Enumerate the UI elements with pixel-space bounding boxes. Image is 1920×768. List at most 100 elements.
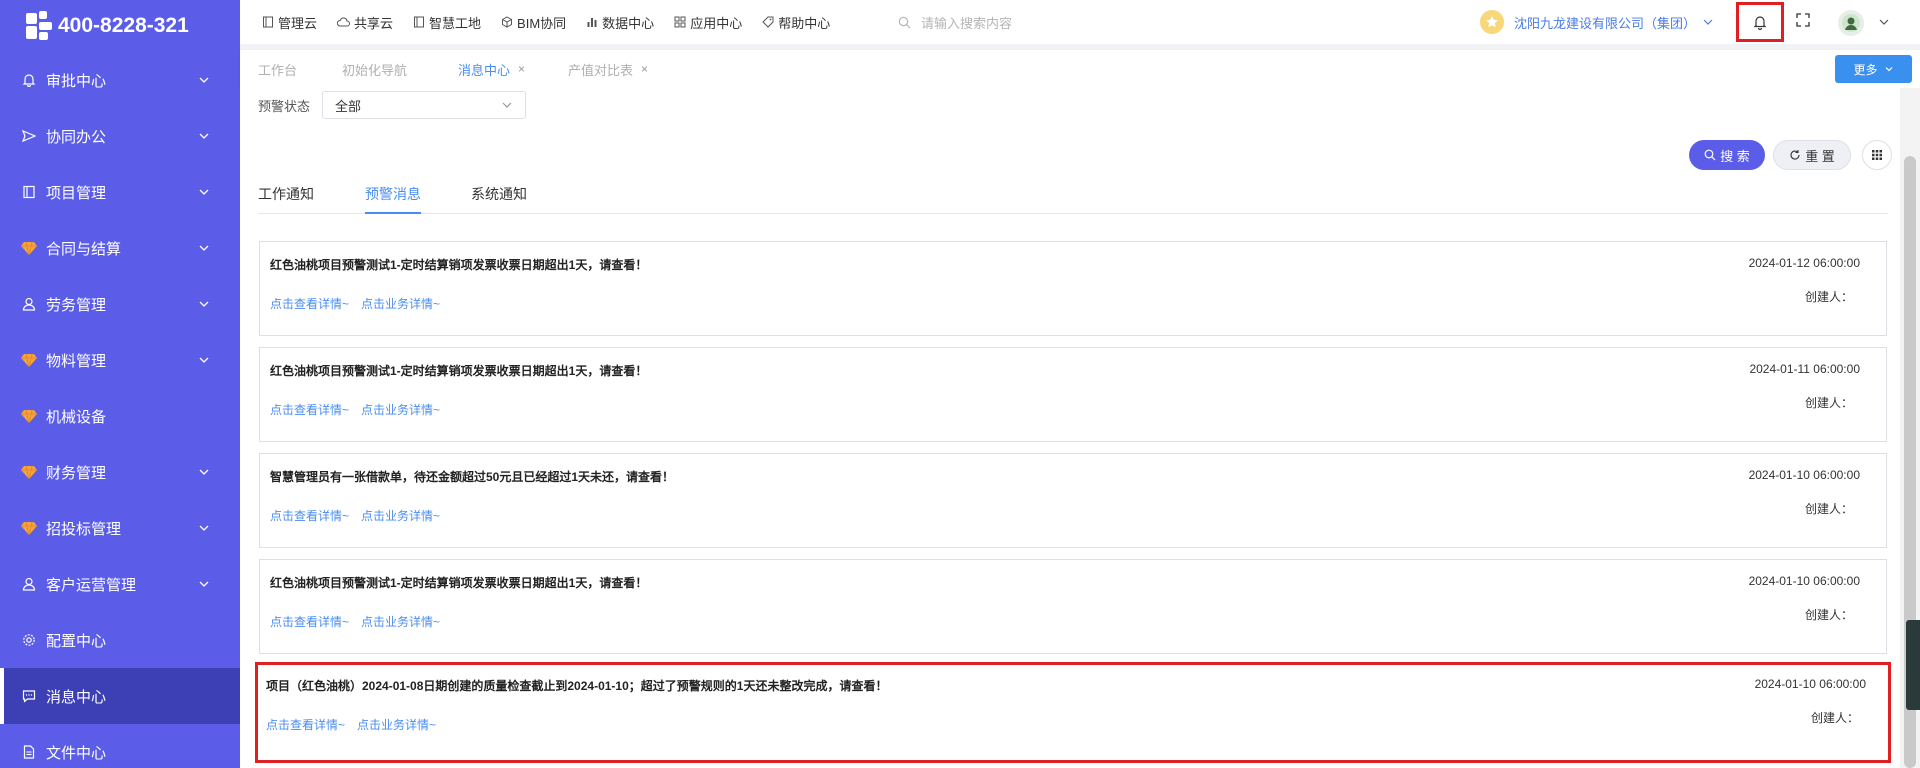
search-input[interactable]: 请输入搜索内容 [898,0,1012,44]
gem-icon [20,519,38,537]
side-widget[interactable] [1906,620,1920,710]
sidebar-item-files[interactable]: 文件中心 [0,724,240,768]
sidebar-item-project[interactable]: 项目管理 [0,164,240,220]
close-icon[interactable]: × [641,62,648,76]
message-links: 点击查看详情~ 点击业务详情~ [270,613,440,630]
business-detail-link[interactable]: 点击业务详情~ [357,716,436,733]
more-button-label: 更多 [1853,62,1878,77]
topnav-label: 管理云 [278,15,318,31]
search-icon [1704,149,1716,161]
chevron-down-icon [1885,67,1892,72]
view-detail-link[interactable]: 点击查看详情~ [266,716,345,733]
message-creator: 创建人： [1804,396,1853,410]
chevron-down-icon[interactable] [1878,16,1890,28]
top-bar: 管理云 共享云 智慧工地 BIM协同 数据中心 应用中心 帮助中心 请输入搜索内… [240,0,1920,44]
sidebar-item-label: 招投标管理 [46,520,122,538]
gem-icon [20,407,38,425]
view-detail-link[interactable]: 点击查看详情~ [270,401,349,418]
view-detail-link[interactable]: 点击查看详情~ [270,295,349,312]
sidebar-item-finance[interactable]: 财务管理 [0,444,240,500]
tab-message-center[interactable]: 消息中心 × [458,50,525,88]
grid-icon [1872,150,1882,160]
tab-workbench[interactable]: 工作台 [258,50,297,88]
message-links: 点击查看详情~ 点击业务详情~ [270,295,440,312]
sidebar-item-approval[interactable]: 审批中心 [0,52,240,108]
chevron-down-icon [199,469,209,475]
topnav-bim[interactable]: BIM协同 [501,13,566,32]
sidebar-item-label: 文件中心 [46,744,107,762]
topnav-data-center[interactable]: 数据中心 [586,13,654,32]
sidebar-item-material[interactable]: 物料管理 [0,332,240,388]
refresh-icon [1790,150,1800,160]
topnav-management-cloud[interactable]: 管理云 [262,13,317,32]
business-detail-link[interactable]: 点击业务详情~ [361,507,440,524]
sidebar-item-label: 合同与结算 [46,240,122,258]
tab-work-notice[interactable]: 工作通知 [258,184,314,214]
message-creator: 创建人： [1804,290,1853,304]
topnav-shared-cloud[interactable]: 共享云 [337,13,393,32]
top-nav: 管理云 共享云 智慧工地 BIM协同 数据中心 应用中心 帮助中心 [262,13,830,32]
sidebar-item-machinery[interactable]: 机械设备 [0,388,240,444]
select-value: 全部 [335,98,362,114]
sidebar-item-bidding[interactable]: 招投标管理 [0,500,240,556]
brand-phone: 400-8228-321 [58,14,189,37]
tab-warning-messages[interactable]: 预警消息 [365,184,421,214]
sidebar-item-label: 项目管理 [46,184,107,202]
message-icon [20,687,38,705]
message-date: 2024-01-12 06:00:00 [1748,256,1860,270]
message-card: 红色油桃项目预警测试1-定时结算销项发票收票日期超出1天，请查看！ 2024-0… [259,347,1887,442]
search-button[interactable]: 搜 索 [1689,140,1765,170]
sidebar-item-messages[interactable]: 消息中心 [0,668,240,724]
logo[interactable]: 400-8228-321 [0,0,240,52]
tab-label: 工作台 [258,62,298,78]
column-settings-button[interactable] [1862,140,1892,170]
tab-output-compare[interactable]: 产值对比表 × [568,50,648,88]
chevron-down-icon [199,581,209,587]
avatar[interactable] [1838,10,1864,36]
sidebar-item-label: 劳务管理 [46,296,107,314]
book-icon [20,183,38,201]
topnav-label: BIM协同 [517,15,567,31]
sidebar-item-customer[interactable]: 客户运营管理 [0,556,240,612]
user-icon [20,295,38,313]
business-detail-link[interactable]: 点击业务详情~ [361,295,440,312]
sidebar-item-config[interactable]: 配置中心 [0,612,240,668]
filter-row: 预警状态 全部 [258,91,527,119]
more-button[interactable]: 更多 [1835,55,1912,83]
topnav-app-center[interactable]: 应用中心 [674,13,742,32]
topnav-label: 帮助中心 [778,15,831,31]
message-creator: 创建人： [1804,502,1853,516]
warning-status-select[interactable]: 全部 [322,91,527,119]
gem-icon [20,463,38,481]
notification-button[interactable] [1736,2,1784,42]
sidebar-item-labor[interactable]: 劳务管理 [0,276,240,332]
close-icon[interactable]: × [518,62,525,76]
company-selector[interactable]: 沈阳九龙建设有限公司（集团） [1480,0,1714,44]
view-detail-link[interactable]: 点击查看详情~ [270,613,349,630]
sidebar-item-label: 财务管理 [46,464,107,482]
chevron-down-icon [199,189,209,195]
cube-icon [502,16,513,28]
filter-label: 预警状态 [258,98,311,114]
sidebar-item-collab[interactable]: 协同办公 [0,108,240,164]
tab-init-nav[interactable]: 初始化导航 [342,50,407,88]
tab-label: 消息中心 [458,62,511,78]
sidebar-item-label: 客户运营管理 [46,576,137,594]
apps-icon [674,16,686,28]
business-detail-link[interactable]: 点击业务详情~ [361,613,440,630]
view-detail-link[interactable]: 点击查看详情~ [270,507,349,524]
reset-button[interactable]: 重 置 [1773,140,1851,170]
search-placeholder: 请输入搜索内容 [921,15,1013,31]
fullscreen-icon[interactable] [1795,12,1811,31]
chevron-down-icon [199,133,209,139]
topnav-smart-site[interactable]: 智慧工地 [413,13,481,32]
gem-icon [20,239,38,257]
business-detail-link[interactable]: 点击业务详情~ [361,401,440,418]
message-creator: 创建人： [1804,608,1853,622]
sidebar-item-label: 配置中心 [46,632,107,650]
main-content: 预警状态 全部 搜 索 重 置 工作通知 预警消息 系统通知 红色油桃项目预警测… [240,88,1900,768]
tab-system-notice[interactable]: 系统通知 [471,184,527,214]
sidebar-item-contract[interactable]: 合同与结算 [0,220,240,276]
message-card: 红色油桃项目预警测试1-定时结算销项发票收票日期超出1天，请查看！ 2024-0… [259,559,1887,654]
topnav-help-center[interactable]: 帮助中心 [762,13,830,32]
